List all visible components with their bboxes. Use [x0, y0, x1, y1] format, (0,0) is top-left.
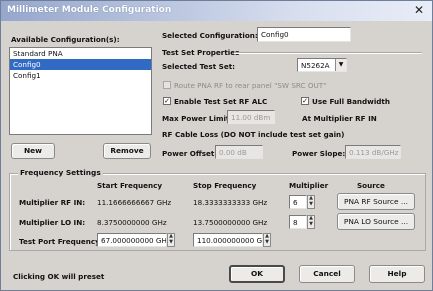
max-power-label: Max Power Limit:: [162, 114, 233, 123]
configuration-list[interactable]: Standard PNA Config0 Config1: [9, 47, 152, 135]
test-port-stop-input[interactable]: 110.000000000 GI: [193, 233, 263, 247]
power-offset-label: Power Offset:: [162, 149, 218, 158]
stop-frequency-header: Stop Frequency: [193, 181, 257, 190]
pna-lo-source-button[interactable]: PNA LO Source ...: [337, 213, 415, 230]
configuration-name-field[interactable]: Config0: [257, 27, 351, 42]
full-bandwidth-label: Use Full Bandwidth: [312, 97, 390, 106]
test-port-start-stepper[interactable]: ▲ ▼: [167, 233, 175, 247]
source-header: Source: [357, 181, 385, 190]
ok-button[interactable]: OK: [229, 265, 285, 283]
help-button[interactable]: Help: [369, 265, 425, 283]
route-rear-panel-label: Route PNA RF to rear panel "SW SRC OUT": [174, 81, 327, 90]
test-set-value: N5262A: [301, 61, 330, 70]
power-slope-label: Power Slope:: [292, 149, 346, 158]
available-configurations-label: Available Configuration(s):: [11, 35, 120, 44]
rf-multiplier-input[interactable]: 6: [289, 195, 307, 209]
title-bar: Millimeter Module Configuration ✕: [1, 1, 432, 21]
spin-down-icon[interactable]: ▼: [264, 240, 270, 246]
multiplier-lo-label: Multiplier LO IN:: [19, 218, 86, 227]
spin-down-icon[interactable]: ▼: [308, 222, 314, 228]
test-set-properties-heading: Test Set Properties: [162, 48, 240, 57]
lo-stop-frequency: 13.7500000000 GHz: [193, 218, 268, 227]
cancel-button[interactable]: Cancel: [299, 265, 355, 283]
list-item[interactable]: Standard PNA: [10, 48, 151, 59]
full-bandwidth-checkbox[interactable]: ✓: [301, 97, 309, 105]
list-item[interactable]: Config0: [10, 59, 151, 70]
window-title: Millimeter Module Configuration: [7, 5, 172, 15]
multiplier-rf-label: Multiplier RF IN:: [19, 198, 86, 207]
test-port-frequency-label: Test Port Frequency:: [19, 237, 103, 246]
checkmark-icon: ✓: [302, 97, 308, 105]
cable-loss-heading: RF Cable Loss (DO NOT include test set g…: [162, 130, 345, 139]
at-multiplier-label: At Multiplier RF IN: [302, 114, 377, 123]
lo-multiplier-input[interactable]: 8: [289, 215, 307, 229]
lo-multiplier-stepper[interactable]: ▲ ▼: [307, 215, 315, 229]
frequency-settings-heading: Frequency Settings: [18, 168, 103, 177]
dialog-window: Millimeter Module Configuration ✕ Availa…: [0, 0, 433, 291]
spin-down-icon[interactable]: ▼: [168, 240, 174, 246]
test-set-select[interactable]: N5262A ▼: [297, 58, 347, 72]
chevron-down-icon[interactable]: ▼: [335, 59, 346, 71]
route-rear-panel-checkbox[interactable]: [163, 81, 171, 89]
rf-start-frequency: 11.1666666667 GHz: [97, 198, 172, 207]
selected-test-set-label: Selected Test Set:: [162, 62, 236, 71]
preset-note: Clicking OK will preset: [13, 272, 105, 281]
close-icon[interactable]: ✕: [412, 3, 426, 17]
rf-multiplier-stepper[interactable]: ▲ ▼: [307, 195, 315, 209]
enable-alc-label: Enable Test Set RF ALC: [174, 97, 268, 106]
multiplier-header: Multiplier: [289, 181, 329, 190]
spin-down-icon[interactable]: ▼: [308, 202, 314, 208]
selected-configuration-label: Selected Configuration:: [162, 31, 258, 40]
max-power-field[interactable]: 11.00 dBm: [227, 110, 275, 124]
pna-rf-source-button[interactable]: PNA RF Source ...: [337, 193, 415, 210]
lo-start-frequency: 8.3750000000 GHz: [97, 218, 167, 227]
new-button[interactable]: New: [11, 143, 55, 159]
test-port-start-input[interactable]: 67.000000000 GHz: [97, 233, 167, 247]
list-item[interactable]: Config1: [10, 70, 151, 81]
test-port-stop-stepper[interactable]: ▲ ▼: [263, 233, 271, 247]
enable-alc-checkbox[interactable]: ✓: [163, 97, 171, 105]
checkmark-icon: ✓: [164, 97, 170, 105]
divider: [234, 52, 422, 53]
rf-stop-frequency: 18.3333333333 GHz: [193, 198, 268, 207]
power-slope-field[interactable]: 0.113 dB/GHz: [345, 145, 401, 159]
start-frequency-header: Start Frequency: [97, 181, 163, 190]
power-offset-field[interactable]: 0.00 dB: [215, 145, 263, 159]
remove-button[interactable]: Remove: [103, 143, 151, 159]
